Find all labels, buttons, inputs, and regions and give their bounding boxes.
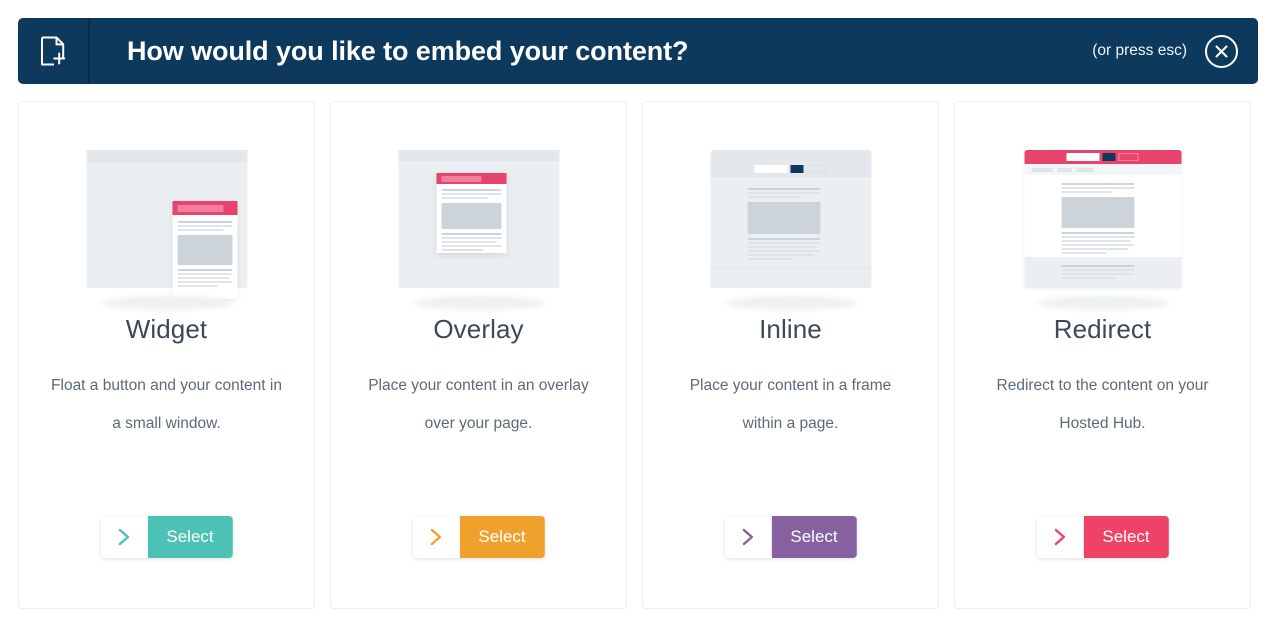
- select-button-overlay[interactable]: Select: [412, 516, 545, 558]
- card-title: Widget: [125, 314, 208, 344]
- header-icon-cell: [18, 18, 90, 84]
- document-add-icon: [40, 36, 66, 66]
- select-button-label: Select: [459, 516, 545, 558]
- chevron-right-icon: [1036, 516, 1084, 558]
- embed-option-cards: Widget Float a button and your content i…: [18, 101, 1258, 609]
- embed-option-card-inline[interactable]: Inline Place your content in a frame wit…: [642, 101, 939, 609]
- card-description: Place your content in a frame within a p…: [689, 377, 892, 432]
- overlay-modal-illustration: [331, 108, 626, 314]
- select-button-label: Select: [147, 516, 233, 558]
- illustration-shadow: [1036, 296, 1169, 310]
- card-title: Overlay: [433, 314, 524, 344]
- redirect-hosted-page-illustration: [955, 108, 1250, 314]
- dialog-title: How would you like to embed your content…: [127, 35, 689, 66]
- esc-hint-label: (or press esc): [1092, 42, 1187, 59]
- card-title: Redirect: [1053, 314, 1152, 344]
- chevron-right-icon: [724, 516, 772, 558]
- illustration-shadow: [412, 296, 545, 310]
- card-title: Inline: [759, 314, 822, 344]
- close-circle-icon[interactable]: [1205, 34, 1238, 68]
- select-button-label: Select: [771, 516, 857, 558]
- chevron-right-icon: [412, 516, 460, 558]
- embed-option-card-redirect[interactable]: Redirect Redirect to the content on your…: [954, 101, 1251, 609]
- card-description: Float a button and your content in a sma…: [51, 377, 282, 432]
- select-button-redirect[interactable]: Select: [1036, 516, 1169, 558]
- embed-option-card-widget[interactable]: Widget Float a button and your content i…: [18, 101, 315, 609]
- card-description: Place your content in an overlay over yo…: [368, 377, 589, 432]
- header-actions: (or press esc): [1092, 34, 1258, 68]
- widget-popup-illustration: [19, 108, 314, 314]
- dialog-header: How would you like to embed your content…: [18, 18, 1258, 84]
- select-button-label: Select: [1083, 516, 1169, 558]
- illustration-shadow: [724, 296, 857, 310]
- select-button-inline[interactable]: Select: [724, 516, 857, 558]
- select-button-widget[interactable]: Select: [100, 516, 233, 558]
- chevron-right-icon: [100, 516, 148, 558]
- embed-option-card-overlay[interactable]: Overlay Place your content in an overlay…: [330, 101, 627, 609]
- card-description: Redirect to the content on your Hosted H…: [996, 377, 1209, 432]
- embed-content-dialog: How would you like to embed your content…: [0, 0, 1276, 622]
- inline-frame-illustration: [643, 108, 938, 314]
- illustration-shadow: [100, 296, 233, 310]
